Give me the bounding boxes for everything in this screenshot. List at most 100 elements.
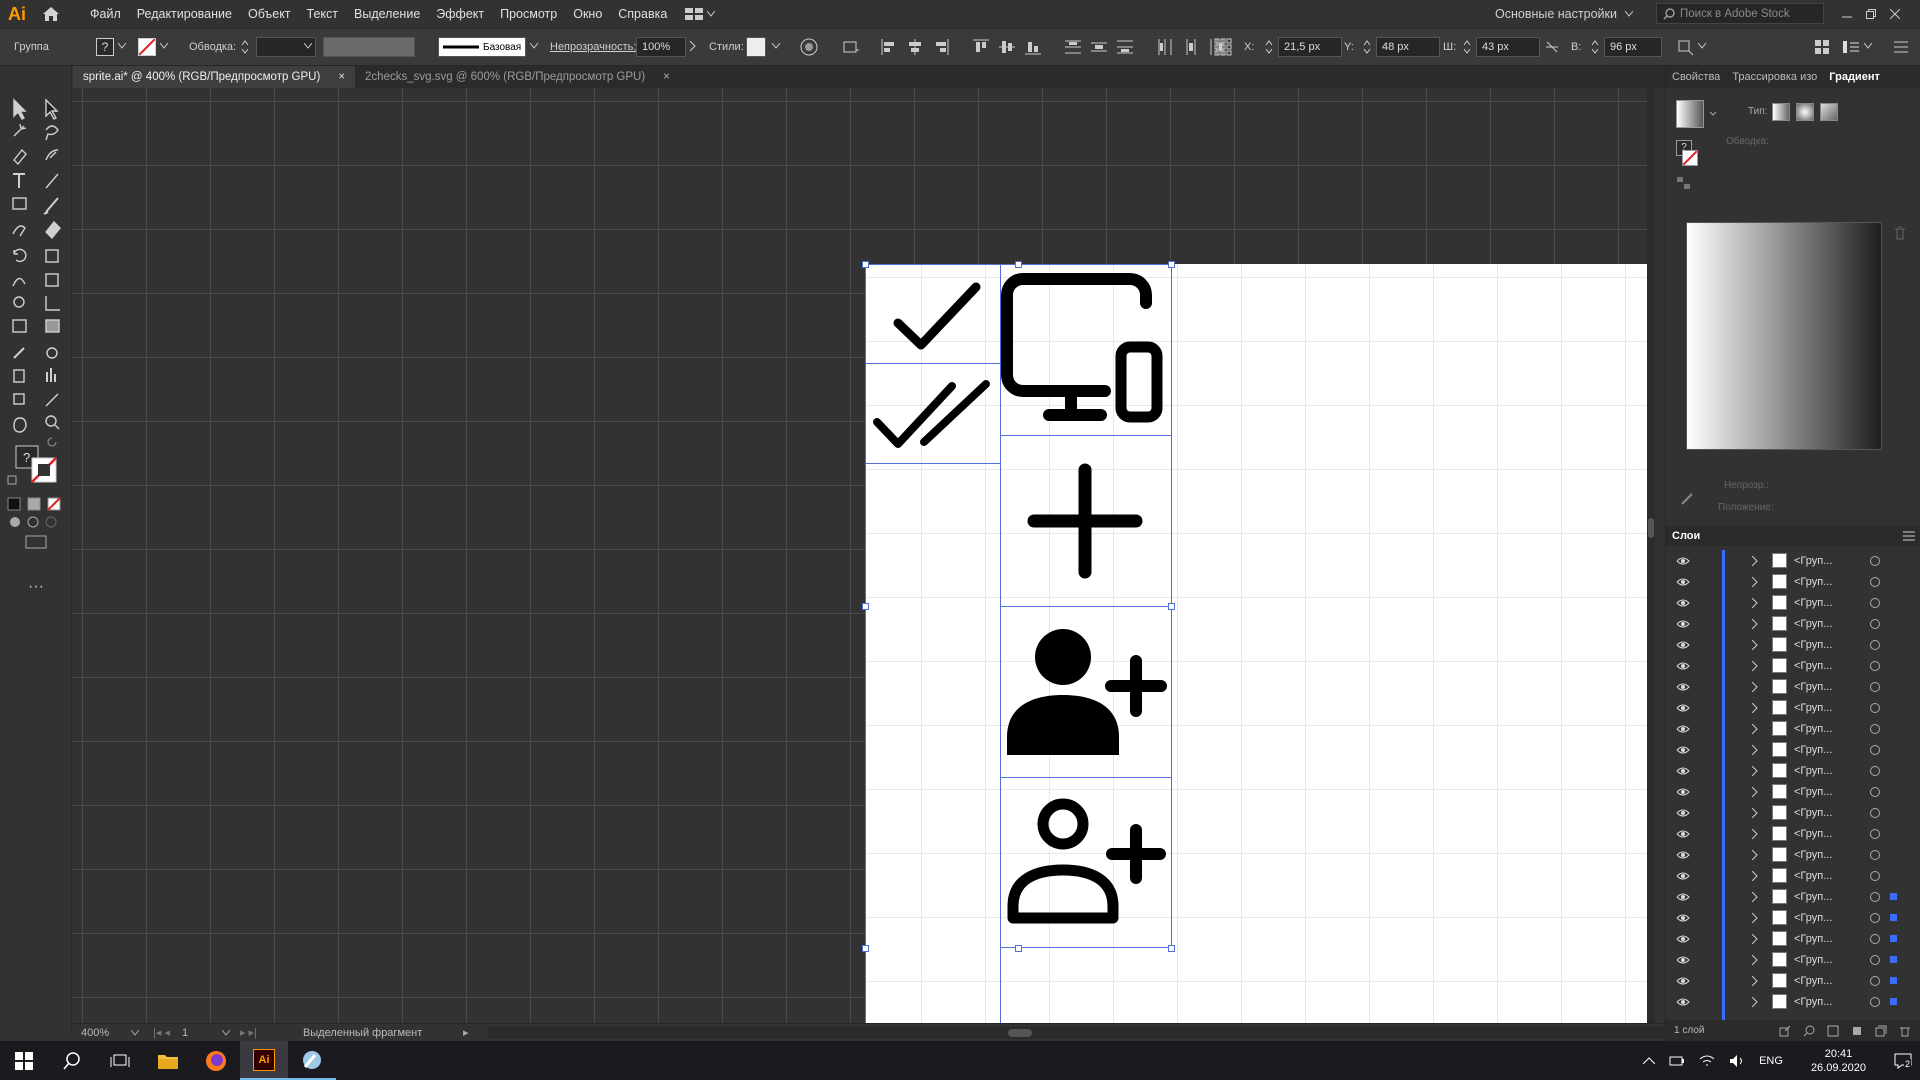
- eye-icon[interactable]: [1676, 640, 1690, 650]
- trash-icon[interactable]: [1899, 1025, 1911, 1037]
- width-field[interactable]: 43 px: [1476, 37, 1540, 57]
- bbox-handle-b[interactable]: [1015, 945, 1022, 952]
- menu-object[interactable]: Объект: [240, 0, 299, 28]
- chevron-right-icon[interactable]: [1752, 618, 1758, 629]
- chevron-right-icon[interactable]: [1752, 828, 1758, 839]
- align-left-icon[interactable]: [880, 38, 898, 56]
- trash-icon[interactable]: [1894, 226, 1906, 240]
- reverse-gradient-icon[interactable]: [1676, 176, 1692, 190]
- bbox-handle-tr[interactable]: [1168, 261, 1175, 268]
- layer-row[interactable]: <Груп...: [1666, 970, 1901, 991]
- chevron-down-icon[interactable]: [772, 43, 780, 49]
- layer-row[interactable]: <Груп...: [1666, 613, 1901, 634]
- layer-name[interactable]: <Груп...: [1794, 807, 1832, 819]
- tab-sprite[interactable]: sprite.ai* @ 400% (RGB/Предпросмотр GPU)…: [73, 66, 356, 88]
- layer-name[interactable]: <Груп...: [1794, 870, 1832, 882]
- chevron-right-icon[interactable]: [1752, 933, 1758, 944]
- align-center-h-icon[interactable]: [906, 38, 924, 56]
- chevron-up-icon[interactable]: [1643, 1056, 1656, 1065]
- chevron-down-icon[interactable]: [1698, 43, 1706, 49]
- layer-target-icon[interactable]: [1870, 702, 1880, 713]
- chevron-right-icon[interactable]: [1752, 954, 1758, 965]
- chevron-right-icon[interactable]: [1752, 660, 1758, 671]
- canvas[interactable]: [73, 88, 1655, 1023]
- layer-target-icon[interactable]: [1870, 723, 1880, 734]
- layer-name[interactable]: <Груп...: [1794, 786, 1832, 798]
- layer-name[interactable]: <Груп...: [1794, 828, 1832, 840]
- menu-select[interactable]: Выделение: [346, 0, 428, 28]
- artboard-nav-first[interactable]: |◂ ◂: [153, 1026, 170, 1039]
- layer-row[interactable]: <Груп...: [1666, 760, 1901, 781]
- illustrator-taskbar-button[interactable]: Ai: [240, 1041, 288, 1080]
- layer-name[interactable]: <Груп...: [1794, 849, 1832, 861]
- eye-icon[interactable]: [1676, 577, 1690, 587]
- bbox-handle-t[interactable]: [1015, 261, 1022, 268]
- layer-row[interactable]: <Груп...: [1666, 697, 1901, 718]
- tab-2checks[interactable]: 2checks_svg.svg @ 600% (RGB/Предпросмотр…: [355, 66, 680, 88]
- align-bottom-icon[interactable]: [1024, 38, 1042, 56]
- menu-edit[interactable]: Редактирование: [129, 0, 240, 28]
- chevron-right-icon[interactable]: [1752, 639, 1758, 650]
- input-language[interactable]: ENG: [1759, 1055, 1783, 1067]
- new-sublayer-icon[interactable]: [1851, 1025, 1863, 1037]
- distribute-top-icon[interactable]: [1064, 38, 1082, 56]
- layer-target-icon[interactable]: [1870, 996, 1880, 1007]
- chevron-down-icon[interactable]: [160, 43, 168, 49]
- distribute-bottom-icon[interactable]: [1116, 38, 1134, 56]
- chevron-right-icon[interactable]: [1752, 891, 1758, 902]
- layer-target-icon[interactable]: [1870, 660, 1880, 671]
- new-layer-icon[interactable]: [1875, 1025, 1887, 1037]
- layer-row[interactable]: <Груп...: [1666, 634, 1901, 655]
- eye-icon[interactable]: [1676, 829, 1690, 839]
- layer-target-icon[interactable]: [1870, 870, 1880, 881]
- isolate-group-icon[interactable]: [1814, 39, 1830, 55]
- fill-swatch[interactable]: ?: [96, 38, 114, 56]
- layer-target-icon[interactable]: [1870, 975, 1880, 986]
- hamburger-menu-icon[interactable]: [1894, 41, 1908, 53]
- chevron-right-icon[interactable]: [1752, 765, 1758, 776]
- layer-name[interactable]: <Груп...: [1794, 996, 1832, 1008]
- layer-target-icon[interactable]: [1870, 618, 1880, 629]
- distribute-center-icon[interactable]: [1090, 38, 1108, 56]
- sprite-cell-double-check[interactable]: [865, 363, 1001, 464]
- horizontal-scroll-thumb[interactable]: [1008, 1028, 1033, 1037]
- layer-name[interactable]: <Груп...: [1794, 681, 1832, 693]
- freeform-gradient-icon[interactable]: [1820, 103, 1838, 121]
- layer-name[interactable]: <Груп...: [1794, 555, 1832, 567]
- layer-row[interactable]: <Груп...: [1666, 739, 1901, 760]
- layer-name[interactable]: <Груп...: [1794, 744, 1832, 756]
- panel-menu-icon[interactable]: [1842, 39, 1860, 55]
- close-icon[interactable]: [1890, 9, 1900, 19]
- search-icon[interactable]: [1803, 1025, 1815, 1037]
- bbox-handle-r[interactable]: [1168, 603, 1175, 610]
- export-icon[interactable]: [1779, 1025, 1791, 1037]
- distribute-left-icon[interactable]: [1156, 38, 1174, 56]
- layer-row[interactable]: <Груп...: [1666, 928, 1901, 949]
- chevron-down-icon[interactable]: [221, 1029, 230, 1036]
- chevron-down-icon[interactable]: [131, 1029, 139, 1036]
- stepper-icon[interactable]: [1590, 39, 1600, 55]
- layer-name[interactable]: <Груп...: [1794, 954, 1832, 966]
- layer-name[interactable]: <Груп...: [1794, 891, 1832, 903]
- constrain-proportions-icon[interactable]: [1544, 39, 1560, 55]
- chevron-down-icon[interactable]: [1710, 112, 1716, 116]
- eye-icon[interactable]: [1676, 850, 1690, 860]
- layer-target-icon[interactable]: [1870, 849, 1880, 860]
- eye-icon[interactable]: [1676, 661, 1690, 671]
- eye-icon[interactable]: [1676, 703, 1690, 713]
- clock[interactable]: 20:41 26.09.2020: [1811, 1047, 1866, 1075]
- layer-row[interactable]: <Груп...: [1666, 949, 1901, 970]
- layer-target-icon[interactable]: [1870, 912, 1880, 923]
- sprite-cell-user-add[interactable]: [1000, 606, 1172, 778]
- layer-name[interactable]: <Груп...: [1794, 765, 1832, 777]
- layer-row[interactable]: <Груп...: [1666, 823, 1901, 844]
- layer-name[interactable]: <Груп...: [1794, 576, 1832, 588]
- eye-icon[interactable]: [1676, 682, 1690, 692]
- eye-icon[interactable]: [1676, 997, 1690, 1007]
- layer-target-icon[interactable]: [1870, 744, 1880, 755]
- arrange-documents-button[interactable]: [685, 8, 716, 20]
- layer-row[interactable]: <Груп...: [1666, 865, 1901, 886]
- horizontal-scrollbar[interactable]: [488, 1026, 1665, 1039]
- chevron-right-icon[interactable]: [1752, 597, 1758, 608]
- layer-target-icon[interactable]: [1870, 681, 1880, 692]
